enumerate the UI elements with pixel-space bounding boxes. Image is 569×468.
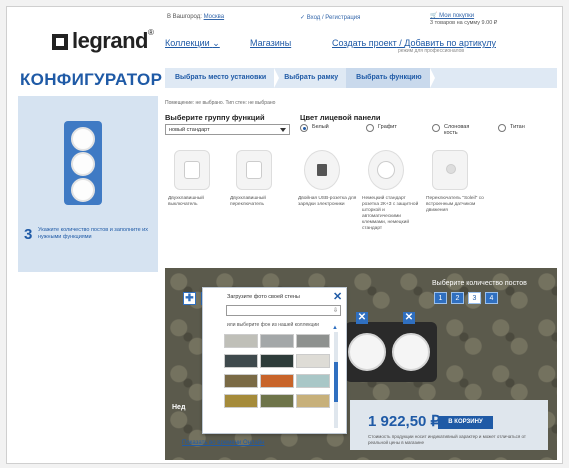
switch-slot-2[interactable] [71, 152, 95, 176]
city-selector: В Вашгород: Москва [167, 14, 225, 20]
step-tab-function[interactable]: Выбрать функцию [346, 68, 436, 88]
wallpaper-tile[interactable] [260, 354, 294, 368]
usb-socket-icon [304, 150, 340, 190]
nav-add-article[interactable]: Добавить по артикулу [404, 38, 496, 48]
breadcrumb: Помещение: не выбрано. Тип стен: не выбр… [165, 100, 276, 106]
wallpaper-tile[interactable] [260, 374, 294, 388]
function-item[interactable]: Двухклавишный переключатель [230, 150, 296, 208]
scroll-up-icon[interactable]: ▲ [332, 325, 338, 331]
color-label: Цвет лицевой панели [300, 113, 381, 122]
close-icon[interactable]: ✕ [333, 290, 342, 303]
posts-label: Выберите количество постов [432, 280, 527, 287]
login-link[interactable]: ✓ Вход / Регистрация [300, 14, 360, 21]
chevron-down-icon: ⌄ [212, 38, 220, 48]
post-count-4[interactable]: 4 [485, 292, 498, 304]
wallpaper-tile[interactable] [224, 394, 258, 408]
function-item[interactable]: Двойная USB-розетка для зарядки электрон… [298, 150, 364, 208]
motion-sensor-switch-icon [432, 150, 468, 190]
chevron-down-icon [280, 128, 286, 132]
wallpaper-tile[interactable] [260, 334, 294, 348]
function-item[interactable]: Двухклавишный выключатель [168, 150, 234, 208]
power-socket-icon [368, 150, 404, 190]
page-title: КОНФИГУРАТОР [20, 70, 163, 89]
socket-slot-3[interactable] [71, 178, 95, 202]
popup-scrollbar[interactable]: ▲ [332, 325, 338, 428]
wallpaper-tile[interactable] [296, 334, 330, 348]
add-to-cart-button[interactable]: В КОРЗИНУ [438, 416, 493, 429]
function-group-select[interactable]: новый стандарт [165, 124, 290, 135]
double-switch-icon [174, 150, 210, 190]
post-count-selector: 1 2 3 4 [434, 292, 502, 304]
logo-mark-icon [52, 34, 68, 50]
function-item[interactable]: Немецкий стандарт розетка 2К+З с защитно… [362, 150, 428, 232]
ned-label: Нед [172, 404, 186, 411]
wallpaper-tile[interactable] [224, 334, 258, 348]
post-count-2[interactable]: 2 [451, 292, 464, 304]
city-link[interactable]: Москва [204, 14, 224, 20]
wallpaper-tile[interactable] [260, 394, 294, 408]
scroll-thumb[interactable] [334, 362, 338, 402]
cart-summary: 3 товаров на сумму 9.00 ₽ [430, 20, 498, 26]
cart-icon: 🛒 [430, 13, 438, 19]
add-icon[interactable]: ✚ [183, 292, 196, 305]
color-radio-ivory[interactable]: Слоновая кость [432, 124, 482, 136]
nav-collections[interactable]: Коллекции ⌄ [165, 38, 220, 49]
nav-create-project[interactable]: Создать проект / Добавить по артикулу [332, 38, 496, 48]
color-radio-graphite[interactable]: Графит [366, 124, 397, 132]
step-tab-frame[interactable]: Выбрать рамку [274, 68, 352, 88]
upload-input[interactable]: ⇩ [226, 305, 341, 316]
step-tabs: Выбрать место установки Выбрать рамку Вы… [165, 68, 557, 88]
socket-preview[interactable] [392, 333, 430, 371]
wallpaper-tile[interactable] [296, 374, 330, 388]
step-number: 3 [24, 226, 33, 243]
nav-stores[interactable]: Магазины [250, 38, 291, 48]
popup-hint: или выберите фон из нашей коллекции [227, 322, 319, 328]
price-note: Стоимость продукции носит индикативный х… [368, 434, 526, 445]
function-group-label: Выберите группу функций [165, 113, 265, 122]
cart-link[interactable]: 🛒 Мои покупки [430, 12, 474, 19]
step-hint: Укажите количество постов и заполните их… [38, 227, 148, 240]
total-price: 1 922,50 ₽ [368, 413, 441, 430]
switch-slot-1[interactable] [71, 127, 95, 151]
show-online-link[interactable]: Показать во времени Онлайн [182, 440, 264, 446]
post-count-1[interactable]: 1 [434, 292, 447, 304]
legrand-logo[interactable]: legrand® [52, 28, 154, 54]
double-toggle-icon [236, 150, 272, 190]
wallpaper-tile[interactable] [296, 354, 330, 368]
upload-icon: ⇩ [332, 308, 338, 314]
color-radio-titan[interactable]: Титан [498, 124, 525, 132]
pro-mode-note: режим для профессионалов [398, 48, 465, 54]
popup-title: Загрузите фото своей стены [227, 294, 300, 300]
wallpaper-tiles [224, 334, 330, 408]
user-icon: ✓ [300, 15, 306, 21]
wallpaper-tile[interactable] [296, 394, 330, 408]
post-count-3[interactable]: 3 [468, 292, 481, 304]
wallpaper-tile[interactable] [224, 354, 258, 368]
step-tab-location[interactable]: Выбрать место установки [165, 68, 280, 88]
function-item[interactable]: Переключатель "Soleil" со встроенным дат… [426, 150, 492, 214]
color-radio-white[interactable]: Белый [300, 124, 329, 132]
page: legrand® В Вашгород: Москва ✓ Вход / Рег… [0, 0, 569, 468]
remove-slot-1-icon[interactable]: ✕ [356, 312, 368, 324]
remove-slot-2-icon[interactable]: ✕ [403, 312, 415, 324]
logo-text: legrand [72, 28, 148, 53]
switch-preview[interactable] [348, 333, 386, 371]
wallpaper-tile[interactable] [224, 374, 258, 388]
